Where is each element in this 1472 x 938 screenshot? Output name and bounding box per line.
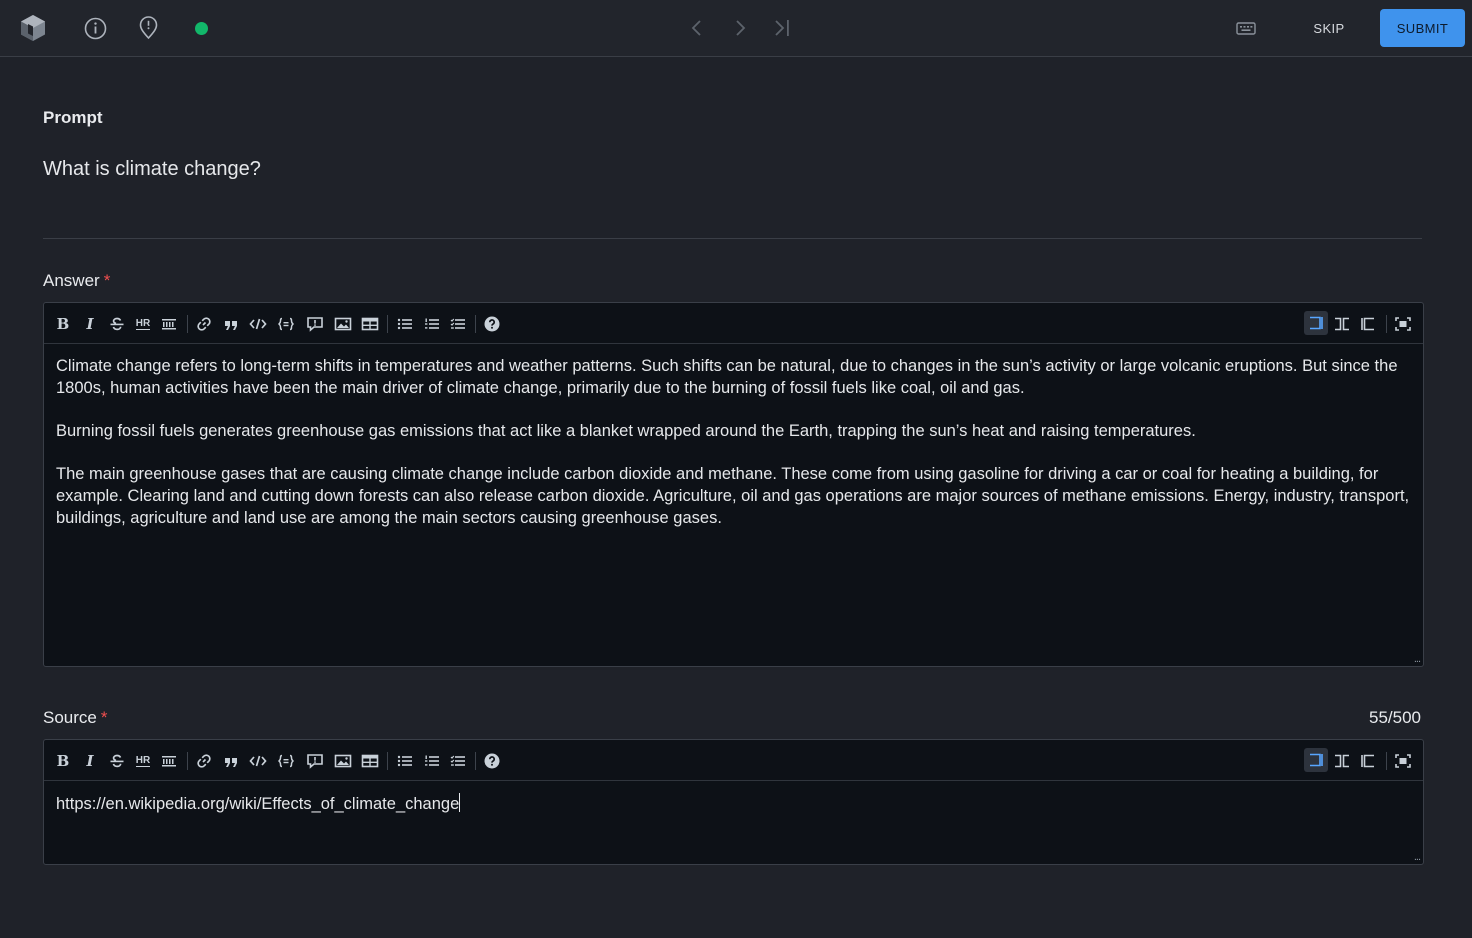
- link-icon[interactable]: [193, 313, 215, 335]
- italic-glyph: I: [86, 752, 94, 770]
- preview-only-view-icon[interactable]: [1357, 313, 1379, 335]
- answer-paragraph: Climate change refers to long-term shift…: [56, 357, 1398, 397]
- help-icon[interactable]: [481, 750, 503, 772]
- hr-glyph: HR: [135, 318, 151, 330]
- editor-toolbar: B I HR: [44, 303, 1423, 344]
- character-count: 55/500: [1369, 708, 1421, 727]
- source-value: https://en.wikipedia.org/wiki/Effects_of…: [56, 795, 460, 813]
- image-icon[interactable]: [332, 750, 354, 772]
- resize-handle[interactable]: ...: [1414, 653, 1421, 665]
- bullet-list-icon[interactable]: [394, 313, 416, 335]
- top-bar: SKIP SUBMIT: [0, 0, 1472, 57]
- chevron-right-icon[interactable]: [729, 17, 751, 39]
- toolbar-separator: [387, 752, 388, 770]
- answer-label-text: Answer: [43, 271, 100, 290]
- resize-handle[interactable]: ...: [1414, 851, 1421, 863]
- code-block-icon[interactable]: [275, 313, 297, 335]
- link-icon[interactable]: [193, 750, 215, 772]
- quote-icon[interactable]: [220, 750, 242, 772]
- editor-only-view-icon[interactable]: [1304, 748, 1328, 772]
- text-caret: [459, 793, 461, 812]
- source-label: Source *: [43, 708, 108, 728]
- toolbar-separator: [1386, 752, 1387, 770]
- location-pin-icon[interactable]: [137, 16, 160, 40]
- keyboard-icon[interactable]: [1234, 19, 1258, 37]
- editor-toolbar: B I HR: [44, 740, 1423, 781]
- line-break-icon[interactable]: [158, 313, 180, 335]
- italic-glyph: I: [86, 315, 94, 333]
- strikethrough-icon[interactable]: [106, 750, 128, 772]
- chevron-left-icon[interactable]: [686, 17, 708, 39]
- toolbar-separator: [1386, 315, 1387, 333]
- answer-editor[interactable]: B I HR Climate change refers to long-ter…: [43, 302, 1424, 667]
- submit-button[interactable]: SUBMIT: [1380, 9, 1465, 47]
- info-icon[interactable]: [84, 17, 107, 40]
- image-icon[interactable]: [332, 313, 354, 335]
- code-block-icon[interactable]: [275, 750, 297, 772]
- split-view-icon[interactable]: [1331, 750, 1353, 772]
- split-view-icon[interactable]: [1331, 313, 1353, 335]
- toolbar-separator: [475, 752, 476, 770]
- answer-paragraph: Burning fossil fuels generates greenhous…: [56, 422, 1196, 441]
- fullscreen-icon[interactable]: [1392, 750, 1414, 772]
- numbered-list-icon[interactable]: [421, 750, 443, 772]
- editor-only-view-icon[interactable]: [1304, 311, 1328, 335]
- toolbar-separator: [475, 315, 476, 333]
- task-list-icon[interactable]: [447, 313, 469, 335]
- bold-glyph: B: [56, 315, 70, 333]
- status-indicator: [195, 22, 208, 35]
- code-icon[interactable]: [247, 313, 269, 335]
- hr-glyph: HR: [135, 755, 151, 767]
- code-icon[interactable]: [247, 750, 269, 772]
- comment-icon[interactable]: [304, 750, 326, 772]
- task-list-icon[interactable]: [447, 750, 469, 772]
- source-label-text: Source: [43, 708, 97, 727]
- bold-button[interactable]: B: [52, 313, 74, 335]
- answer-textarea[interactable]: Climate change refers to long-term shift…: [44, 344, 1423, 563]
- app-logo-icon: [20, 14, 46, 42]
- comment-icon[interactable]: [304, 313, 326, 335]
- required-marker: *: [100, 708, 108, 727]
- prompt-label: Prompt: [43, 108, 103, 127]
- italic-button[interactable]: I: [79, 750, 101, 772]
- skip-button[interactable]: SKIP: [1298, 10, 1360, 46]
- strikethrough-icon[interactable]: [106, 313, 128, 335]
- table-icon[interactable]: [359, 750, 381, 772]
- line-break-icon[interactable]: [158, 750, 180, 772]
- numbered-list-icon[interactable]: [421, 313, 443, 335]
- horizontal-rule-button[interactable]: HR: [132, 750, 154, 772]
- answer-paragraph: The main greenhouse gases that are causi…: [56, 465, 1410, 527]
- toolbar-separator: [387, 315, 388, 333]
- bold-glyph: B: [56, 752, 70, 770]
- fullscreen-icon[interactable]: [1392, 313, 1414, 335]
- help-icon[interactable]: [481, 313, 503, 335]
- preview-only-view-icon[interactable]: [1357, 750, 1379, 772]
- bullet-list-icon[interactable]: [394, 750, 416, 772]
- source-editor[interactable]: B I HR https://en.wikipedia.org/wiki/Eff…: [43, 739, 1424, 865]
- source-textarea[interactable]: https://en.wikipedia.org/wiki/Effects_of…: [44, 781, 1423, 828]
- toolbar-separator: [187, 315, 188, 333]
- quote-icon[interactable]: [220, 313, 242, 335]
- italic-button[interactable]: I: [79, 313, 101, 335]
- answer-label: Answer *: [43, 271, 110, 291]
- table-icon[interactable]: [359, 313, 381, 335]
- horizontal-rule-button[interactable]: HR: [132, 313, 154, 335]
- section-divider: [43, 238, 1422, 239]
- toolbar-separator: [187, 752, 188, 770]
- skip-to-last-icon[interactable]: [770, 17, 794, 39]
- prompt-text: What is climate change?: [43, 158, 261, 180]
- required-marker: *: [103, 271, 111, 290]
- bold-button[interactable]: B: [52, 750, 74, 772]
